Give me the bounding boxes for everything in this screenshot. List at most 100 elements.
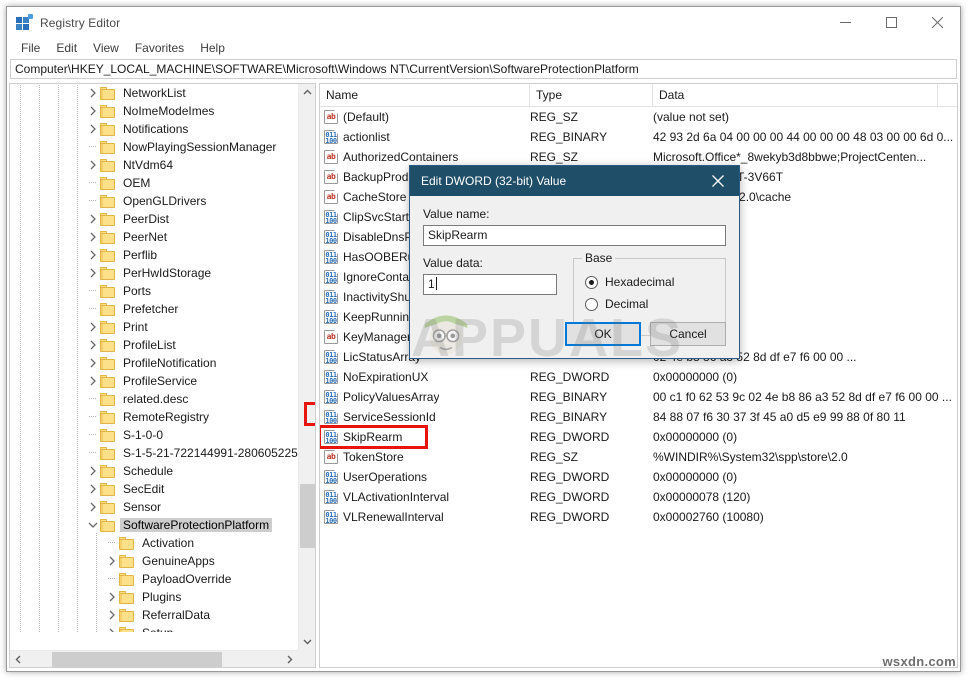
values-row[interactable]: 011100UserOperationsREG_DWORD0x00000000 … — [320, 467, 957, 487]
tree-node[interactable]: OEM — [10, 174, 298, 192]
radio-decimal-icon[interactable] — [585, 298, 598, 311]
tree-node[interactable]: related.desc — [10, 390, 298, 408]
chevron-right-icon[interactable] — [86, 480, 100, 498]
values-row[interactable]: 011100actionlistREG_BINARY42 93 2d 6a 04… — [320, 127, 957, 147]
tree-node[interactable]: SecEdit — [10, 480, 298, 498]
tree-node[interactable]: ProfileList — [10, 336, 298, 354]
tree-node[interactable]: ProfileNotification — [10, 354, 298, 372]
chevron-right-icon[interactable] — [86, 372, 100, 390]
value-data-input[interactable]: 1 — [423, 274, 557, 295]
chevron-right-icon[interactable] — [105, 588, 119, 606]
tree-node[interactable]: Plugins — [10, 588, 298, 606]
tree-indent — [10, 426, 86, 444]
chevron-right-icon[interactable] — [105, 606, 119, 624]
chevron-right-icon[interactable] — [86, 102, 100, 120]
tree-node[interactable]: NtVdm64 — [10, 156, 298, 174]
column-header-type[interactable]: Type — [530, 84, 653, 106]
values-row[interactable]: 011100VLActivationIntervalREG_DWORD0x000… — [320, 487, 957, 507]
chevron-right-icon[interactable] — [86, 354, 100, 372]
dialog-close-button[interactable] — [697, 166, 739, 196]
tree-node[interactable]: S-1-5-21-722144991-2806052255 — [10, 444, 298, 462]
column-header-data[interactable]: Data — [653, 84, 938, 106]
tree-node[interactable]: NoImeModeImes — [10, 102, 298, 120]
chevron-right-icon[interactable] — [86, 498, 100, 516]
tree-vertical-scrollbar[interactable] — [298, 84, 315, 650]
value-name-input[interactable]: SkipRearm — [423, 225, 726, 246]
chevron-right-icon[interactable] — [86, 264, 100, 282]
tree-indent — [10, 192, 86, 210]
values-row[interactable]: 011100VLRenewalIntervalREG_DWORD0x000027… — [320, 507, 957, 527]
values-row[interactable]: 011100PolicyValuesArrayREG_BINARY00 c1 f… — [320, 387, 957, 407]
ok-button[interactable]: OK — [565, 322, 641, 346]
chevron-right-icon[interactable] — [86, 246, 100, 264]
base-option-decimal[interactable]: Decimal — [585, 293, 725, 315]
values-row[interactable]: 011100SkipRearmREG_DWORD0x00000000 (0) — [320, 427, 957, 447]
scroll-right-icon[interactable] — [281, 651, 298, 668]
tree-node[interactable]: PayloadOverride — [10, 570, 298, 588]
tree-node-label: S-1-5-21-722144991-2806052255 — [120, 446, 298, 460]
values-row[interactable]: 011100NoExpirationUXREG_DWORD0x00000000 … — [320, 367, 957, 387]
tree-node[interactable]: Schedule — [10, 462, 298, 480]
tree-node[interactable]: ReferralData — [10, 606, 298, 624]
tree-node[interactable]: Print — [10, 318, 298, 336]
chevron-right-icon[interactable] — [86, 336, 100, 354]
menu-view[interactable]: View — [85, 38, 127, 59]
scroll-up-icon[interactable] — [299, 84, 316, 101]
tree-scroll-thumb[interactable] — [300, 484, 315, 548]
tree-node[interactable]: PeerDist — [10, 210, 298, 228]
chevron-right-icon[interactable] — [105, 552, 119, 570]
tree-node[interactable]: ProfileService — [10, 372, 298, 390]
cancel-button[interactable]: Cancel — [650, 322, 726, 346]
tree-node[interactable]: PerHwIdStorage — [10, 264, 298, 282]
tree-horizontal-scrollbar[interactable] — [10, 650, 298, 667]
tree-node[interactable]: Notifications — [10, 120, 298, 138]
menu-edit[interactable]: Edit — [48, 38, 85, 59]
chevron-right-icon[interactable] — [86, 318, 100, 336]
menu-file[interactable]: File — [13, 38, 48, 59]
tree-node[interactable]: Perflib — [10, 246, 298, 264]
menu-favorites[interactable]: Favorites — [127, 38, 192, 59]
tree-node[interactable]: RemoteRegistry — [10, 408, 298, 426]
chevron-right-icon[interactable] — [86, 210, 100, 228]
tree-node[interactable]: SoftwareProtectionPlatform — [10, 516, 298, 534]
chevron-right-icon[interactable] — [86, 462, 100, 480]
chevron-right-icon[interactable] — [86, 228, 100, 246]
tree-node[interactable]: Activation — [10, 534, 298, 552]
radio-hexadecimal-icon[interactable] — [585, 276, 598, 289]
maximize-button[interactable] — [868, 7, 914, 38]
scroll-left-icon[interactable] — [10, 651, 27, 668]
values-row[interactable]: 011100ServiceSessionIdREG_BINARY84 88 07… — [320, 407, 957, 427]
chevron-right-icon[interactable] — [86, 84, 100, 102]
minimize-button[interactable] — [822, 7, 868, 38]
chevron-right-icon[interactable] — [105, 624, 119, 632]
site-watermark: wsxdn.com — [883, 654, 957, 669]
chevron-right-icon[interactable] — [86, 120, 100, 138]
address-bar[interactable]: Computer\HKEY_LOCAL_MACHINE\SOFTWARE\Mic… — [10, 59, 957, 79]
tree-node[interactable]: Ports — [10, 282, 298, 300]
values-row[interactable]: abTokenStoreREG_SZ%WINDIR%\System32\spp\… — [320, 447, 957, 467]
registry-tree[interactable]: NetworkListNoImeModeImesNotificationsNow… — [10, 84, 298, 632]
chevron-right-icon[interactable] — [86, 156, 100, 174]
tree-node[interactable]: S-1-0-0 — [10, 426, 298, 444]
base-option-hexadecimal[interactable]: Hexadecimal — [585, 271, 725, 293]
chevron-down-icon[interactable] — [86, 516, 100, 534]
tree-node[interactable]: Setup — [10, 624, 298, 632]
string-value-icon: ab — [324, 170, 338, 184]
values-row[interactable]: abAuthorizedContainersREG_SZMicrosoft.Of… — [320, 147, 957, 167]
close-button[interactable] — [914, 7, 960, 38]
value-data-cell: (value not set) — [653, 107, 953, 127]
scroll-down-icon[interactable] — [299, 633, 316, 650]
value-type-cell: REG_SZ — [530, 147, 578, 167]
column-header-name[interactable]: Name — [320, 84, 530, 106]
tree-node[interactable]: Prefetcher — [10, 300, 298, 318]
tree-node[interactable]: NetworkList — [10, 84, 298, 102]
values-row[interactable]: ab(Default)REG_SZ(value not set) — [320, 107, 957, 127]
tree-node[interactable]: OpenGLDrivers — [10, 192, 298, 210]
tree-hscroll-thumb[interactable] — [52, 652, 222, 667]
menu-help[interactable]: Help — [192, 38, 233, 59]
tree-node[interactable]: PeerNet — [10, 228, 298, 246]
tree-node[interactable]: NowPlayingSessionManager — [10, 138, 298, 156]
value-data-text: 1 — [428, 277, 435, 291]
tree-node[interactable]: GenuineApps — [10, 552, 298, 570]
tree-node[interactable]: Sensor — [10, 498, 298, 516]
